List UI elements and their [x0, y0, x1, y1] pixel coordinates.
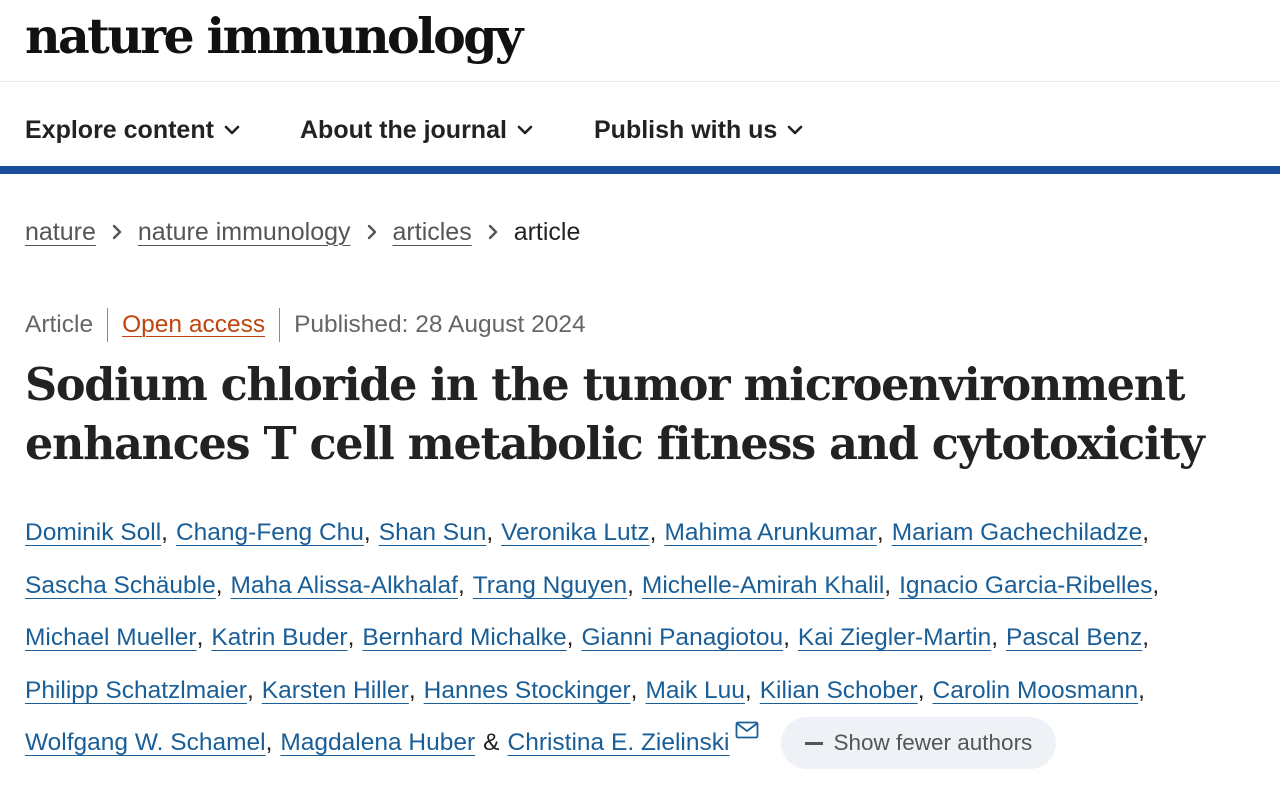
author-separator: , — [744, 676, 752, 704]
author-separator: , — [215, 571, 223, 599]
nav-publish-with-us-label: Publish with us — [594, 115, 778, 144]
nav-explore-content-label: Explore content — [25, 115, 214, 144]
author-line: Michael Mueller, Katrin Buder, Bernhard … — [25, 612, 1275, 665]
author-link[interactable]: Trang Nguyen — [473, 572, 627, 600]
chevron-down-icon — [788, 125, 803, 135]
author-link[interactable]: Chang-Feng Chu — [176, 519, 364, 547]
minus-icon — [805, 741, 824, 745]
author-link[interactable]: Gianni Panagiotou — [581, 624, 783, 652]
author-link[interactable]: Kilian Schober — [760, 677, 918, 705]
breadcrumb-nature[interactable]: nature — [25, 218, 96, 247]
author-separator: , — [649, 519, 657, 547]
author-separator: , — [161, 519, 168, 547]
author-separator: , — [246, 676, 254, 704]
breadcrumb-nature-immunology[interactable]: nature immunology — [138, 218, 351, 247]
author-separator: , — [627, 571, 634, 599]
author-link[interactable]: Mariam Gachechiladze — [892, 519, 1143, 547]
author-link[interactable]: Philipp Schatzlmaier — [25, 677, 247, 705]
author-separator: , — [486, 519, 494, 547]
journal-logo[interactable]: nature immunology — [25, 0, 523, 72]
author-link[interactable]: Hannes Stockinger — [424, 677, 631, 705]
article-title-line: Sodium chloride in the tumor microenviro… — [25, 359, 1185, 411]
author-separator: , — [884, 571, 892, 599]
author-separator: , — [1142, 519, 1150, 547]
author-link[interactable]: Shan Sun — [379, 519, 487, 547]
article-meta: Article Open access Published: 28 August… — [25, 306, 586, 344]
author-link[interactable]: Bernhard Michalke — [362, 624, 566, 652]
author-separator: , — [630, 676, 638, 704]
author-line: Philipp Schatzlmaier, Karsten Hiller, Ha… — [25, 665, 1275, 718]
author-link[interactable]: Pascal Benz — [1006, 624, 1142, 652]
chevron-down-icon — [517, 125, 533, 135]
author-link[interactable]: Carolin Moosmann — [933, 677, 1139, 705]
author-link[interactable]: Mahima Arunkumar — [664, 519, 876, 547]
author-ampersand: & — [483, 729, 500, 757]
author-link[interactable]: Katrin Buder — [211, 624, 347, 652]
main-navigation: Explore content About the journal Publis… — [0, 82, 1280, 174]
author-link[interactable]: Sascha Schäuble — [25, 572, 216, 600]
author-separator: , — [457, 571, 465, 599]
author-link[interactable]: Michael Mueller — [25, 624, 197, 652]
show-fewer-authors-button[interactable]: Show fewer authors — [781, 717, 1057, 770]
author-separator: , — [347, 624, 355, 652]
show-fewer-authors-label: Show fewer authors — [833, 730, 1033, 756]
nav-explore-content[interactable]: Explore content — [25, 110, 240, 150]
author-separator: , — [1142, 624, 1150, 652]
article-title-line: enhances T cell metabolic fitness and cy… — [25, 418, 1205, 470]
chevron-down-icon — [224, 125, 240, 135]
author-line: Sascha Schäuble, Maha Alissa-Alkhalaf, T… — [25, 560, 1275, 613]
author-link[interactable]: Veronika Lutz — [501, 519, 649, 547]
author-link[interactable]: Dominik Soll — [25, 519, 161, 547]
nav-about-the-journal-label: About the journal — [300, 115, 507, 144]
breadcrumb-current-article: article — [513, 217, 581, 246]
author-link[interactable]: Kai Ziegler-Martin — [798, 624, 991, 652]
author-separator: , — [408, 676, 416, 704]
author-line: Wolfgang W. Schamel, Magdalena Huber & C… — [25, 717, 1275, 770]
open-access-link[interactable]: Open access — [122, 311, 265, 339]
author-separator: , — [783, 624, 790, 652]
author-link[interactable]: Magdalena Huber — [280, 729, 475, 757]
chevron-right-icon — [112, 224, 122, 240]
nav-publish-with-us[interactable]: Publish with us — [594, 110, 803, 150]
author-separator: , — [991, 624, 999, 652]
published-date: Published: 28 August 2024 — [294, 311, 586, 338]
article-type: Article — [25, 311, 94, 338]
author-link[interactable]: Karsten Hiller — [262, 677, 409, 705]
author-list: Dominik Soll, Chang-Feng Chu, Shan Sun, … — [25, 507, 1275, 770]
author-separator: , — [1152, 571, 1160, 599]
author-separator: , — [265, 729, 273, 757]
author-link[interactable]: Ignacio Garcia-Ribelles — [899, 572, 1152, 600]
author-separator: , — [917, 676, 925, 704]
author-separator: , — [876, 519, 884, 547]
author-separator: , — [363, 519, 371, 547]
chevron-right-icon — [367, 224, 377, 240]
author-link[interactable]: Christina E. Zielinski — [508, 729, 730, 757]
chevron-right-icon — [488, 224, 498, 240]
meta-divider — [279, 308, 281, 342]
author-line: Dominik Soll, Chang-Feng Chu, Shan Sun, … — [25, 507, 1275, 560]
author-link[interactable]: Michelle-Amirah Khalil — [642, 572, 884, 600]
author-link[interactable]: Wolfgang W. Schamel — [25, 729, 266, 757]
breadcrumb: nature nature immunology articles articl… — [25, 212, 580, 252]
nav-about-the-journal[interactable]: About the journal — [300, 110, 533, 150]
article-title: Sodium chloride in the tumor microenviro… — [25, 356, 1265, 474]
meta-divider — [107, 308, 109, 342]
masthead: nature immunology — [0, 0, 1280, 82]
author-separator: , — [566, 624, 574, 652]
breadcrumb-articles[interactable]: articles — [393, 218, 472, 247]
author-separator: , — [1138, 676, 1145, 704]
author-link[interactable]: Maik Luu — [645, 677, 744, 705]
author-separator: , — [196, 624, 204, 652]
envelope-icon[interactable] — [735, 721, 759, 739]
author-link[interactable]: Maha Alissa-Alkhalaf — [231, 572, 458, 600]
